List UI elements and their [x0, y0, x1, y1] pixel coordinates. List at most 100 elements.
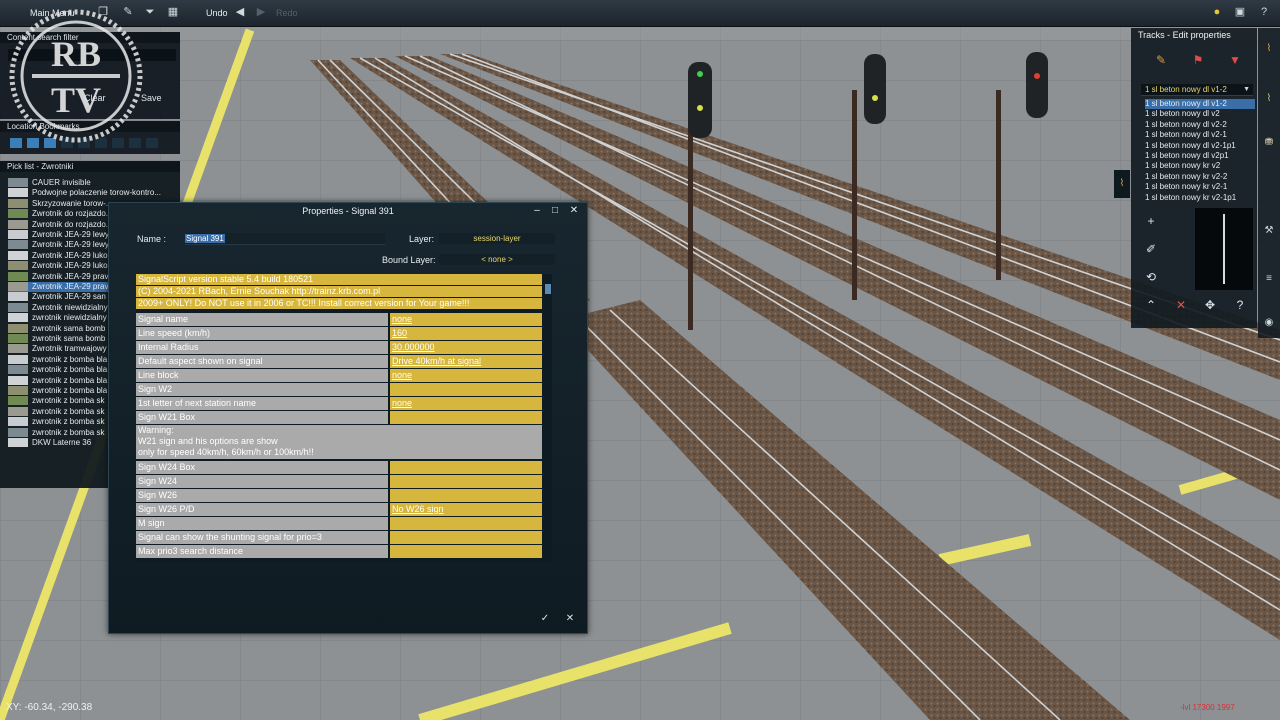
track-list-item[interactable]: 1 sl beton nowy dl v1-2	[1145, 99, 1255, 110]
property-value[interactable]	[390, 411, 542, 424]
settings-tool-icon[interactable]: ◉	[1262, 316, 1276, 330]
property-row[interactable]: Sign W26 P/D No W26 sign	[136, 503, 542, 516]
name-field[interactable]: Signal 391	[185, 233, 385, 245]
property-value[interactable]: none	[390, 313, 542, 326]
property-value[interactable]: 160	[390, 327, 542, 340]
property-value[interactable]	[390, 461, 542, 474]
help-question-icon[interactable]: ?	[1229, 294, 1251, 316]
item-thumbnail	[8, 396, 28, 406]
signal-icon[interactable]: ⚑	[1187, 49, 1209, 71]
property-value[interactable]	[390, 489, 542, 502]
ok-check-icon[interactable]: ✓	[539, 613, 551, 625]
name-value: Signal 391	[185, 234, 225, 243]
layer-label: Layer:	[409, 234, 435, 244]
pick-list-header: Pick list - Zwrotniki	[0, 161, 180, 172]
property-name: 1st letter of next station name	[136, 397, 388, 410]
track-list-item[interactable]: 1 sl beton nowy kr v2	[1145, 161, 1255, 171]
property-row[interactable]: Sign W24 Box	[136, 461, 542, 474]
property-name: Sign W24	[136, 475, 388, 488]
property-value[interactable]	[390, 383, 542, 396]
layer-dropdown[interactable]: session-layer	[439, 233, 555, 244]
property-value[interactable]: No W26 sign	[390, 503, 542, 516]
pencil-icon[interactable]: ✐	[1140, 238, 1162, 260]
property-name: Sign W24 Box	[136, 461, 388, 474]
property-value[interactable]	[390, 531, 542, 544]
undo-arrow-icon[interactable]: ◀	[233, 5, 247, 19]
track-list-item[interactable]: 1 sl beton nowy dl v2-1	[1145, 130, 1255, 140]
property-row[interactable]: 1st letter of next station name none	[136, 397, 542, 410]
filter-icon[interactable]: ⏷	[143, 5, 157, 19]
pick-list-item[interactable]: CAUER invisible	[8, 178, 176, 188]
close-dialog-icon[interactable]: ✕	[568, 205, 580, 217]
maximize-icon[interactable]: □	[549, 205, 561, 217]
property-value[interactable]	[390, 517, 542, 530]
redo-button[interactable]: Redo	[276, 4, 298, 22]
save-filter-button[interactable]: Save	[141, 93, 162, 103]
item-thumbnail	[8, 365, 28, 375]
property-value[interactable]: none	[390, 369, 542, 382]
cancel-close-icon[interactable]: ✕	[564, 613, 576, 625]
tracks-tab-icon[interactable]: ⌇	[1114, 170, 1130, 198]
minimize-icon[interactable]: –	[531, 205, 543, 217]
pick-list-item-label: zwrotnik sama bomb	[32, 334, 106, 343]
redo-arrow-icon[interactable]: ▶	[254, 5, 268, 19]
lightbulb-icon[interactable]: ●	[1210, 5, 1224, 19]
property-row[interactable]: Signal can show the shunting signal for …	[136, 531, 542, 544]
track-list-item[interactable]: 1 sl beton nowy dl v2p1	[1145, 151, 1255, 161]
wrench-tool-icon[interactable]: ⚒	[1262, 224, 1276, 238]
property-row[interactable]: Sign W26	[136, 489, 542, 502]
bound-layer-dropdown[interactable]: < none >	[439, 254, 555, 265]
pick-list-item-label: Zwrotnik JEA-29 lewy	[32, 230, 109, 239]
track-tool-icon[interactable]: ⌇	[1262, 92, 1276, 106]
track-list-item[interactable]: 1 sl beton nowy dl v2-1p1	[1145, 141, 1255, 151]
tracks-panel-title: Tracks - Edit properties	[1138, 30, 1231, 40]
property-value[interactable]: Drive 40km/h at signal	[390, 355, 542, 368]
track-list-item[interactable]: 1 sl beton nowy dl v2	[1145, 109, 1255, 119]
track-list-item[interactable]: 1 sl beton nowy kr v2-1	[1145, 182, 1255, 192]
property-row[interactable]: Sign W24	[136, 475, 542, 488]
property-value[interactable]	[390, 475, 542, 488]
rotate-icon[interactable]: ⟲	[1140, 266, 1162, 288]
property-row[interactable]: Sign W2	[136, 383, 542, 396]
property-row[interactable]: Default aspect shown on signal Drive 40km…	[136, 355, 542, 368]
layers-tool-icon[interactable]: ≡	[1262, 272, 1276, 286]
bookmark-slot[interactable]	[146, 138, 158, 148]
item-thumbnail	[8, 406, 28, 416]
property-value[interactable]: none	[390, 397, 542, 410]
property-row[interactable]: Max prio3 search distance	[136, 545, 542, 558]
move-icon[interactable]: ✥	[1199, 294, 1221, 316]
ruler-icon[interactable]: ✎	[1150, 49, 1172, 71]
item-thumbnail	[8, 209, 28, 219]
item-thumbnail	[8, 292, 28, 302]
delete-icon[interactable]: ✕	[1170, 294, 1192, 316]
property-row[interactable]: Internal Radius 30.000000	[136, 341, 542, 354]
terrain-tool-icon[interactable]: ⌇	[1262, 42, 1276, 56]
property-row[interactable]: Line block none	[136, 369, 542, 382]
track-delete-icon[interactable]: ▼	[1224, 49, 1246, 71]
property-value[interactable]: 30.000000	[390, 341, 542, 354]
warning-line: only for speed 40km/h, 60km/h or 100km/h…	[138, 447, 314, 457]
property-row[interactable]: Line speed (km/h) 160	[136, 327, 542, 340]
properties-scrollbar[interactable]	[544, 274, 552, 562]
property-row[interactable]: Sign W21 Box	[136, 411, 542, 424]
track-type-dropdown[interactable]: 1 sl beton nowy dl v1-2 ▼	[1141, 84, 1253, 96]
help-icon[interactable]: ?	[1257, 5, 1271, 19]
smooth-icon[interactable]: ⌃	[1140, 294, 1162, 316]
grid-icon[interactable]: ▦	[166, 5, 180, 19]
pick-list-item[interactable]: Podwojne polaczenie torow-kontro...	[8, 188, 176, 198]
property-value[interactable]	[390, 545, 542, 558]
property-row[interactable]: Signal name none	[136, 313, 542, 326]
bound-layer-label: Bound Layer:	[382, 255, 436, 265]
pick-list-item-label: Zwrotnik do rozjazdo...	[32, 209, 113, 219]
track-list-item[interactable]: 1 sl beton nowy dl v2-2	[1145, 120, 1255, 130]
undo-button[interactable]: Undo	[206, 4, 228, 22]
pick-list-item-label: zwrotnik z bomba sk	[32, 396, 105, 406]
pick-list-item-label: Zwrotnik JEA-29 luko	[32, 261, 108, 271]
property-row[interactable]: M sign	[136, 517, 542, 530]
save-icon[interactable]: ▣	[1233, 5, 1247, 19]
track-list-item[interactable]: 1 sl beton nowy kr v2-1p1	[1145, 193, 1255, 203]
add-icon[interactable]: +	[1140, 210, 1162, 232]
objects-tool-icon[interactable]: ⛃	[1262, 136, 1276, 150]
logo-text-bottom: TV	[51, 80, 101, 120]
track-list-item[interactable]: 1 sl beton nowy kr v2-2	[1145, 172, 1255, 182]
